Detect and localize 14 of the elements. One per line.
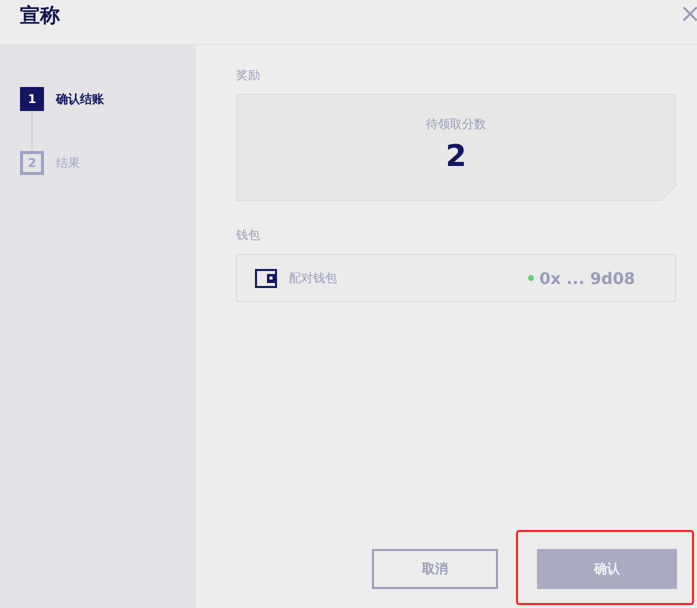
close-button[interactable]: × — [679, 1, 697, 27]
dialog-title: 宣称 — [20, 2, 60, 29]
step-number: 2 — [20, 151, 44, 175]
step-label: 结果 — [56, 154, 80, 172]
step-label: 确认结账 — [56, 90, 104, 108]
reward-value: 2 — [446, 139, 466, 174]
wallet-address: 0x ... 9d08 — [539, 268, 635, 288]
reward-caption: 待领取分数 — [426, 116, 486, 133]
cancel-button[interactable]: 取消 — [372, 549, 498, 589]
section-label: 钱包 — [236, 227, 260, 244]
step-number: 1 — [20, 87, 44, 111]
wallet-label: 配对钱包 — [289, 270, 338, 286]
wallet-icon — [255, 268, 277, 288]
section-label: 奖励 — [236, 67, 260, 84]
